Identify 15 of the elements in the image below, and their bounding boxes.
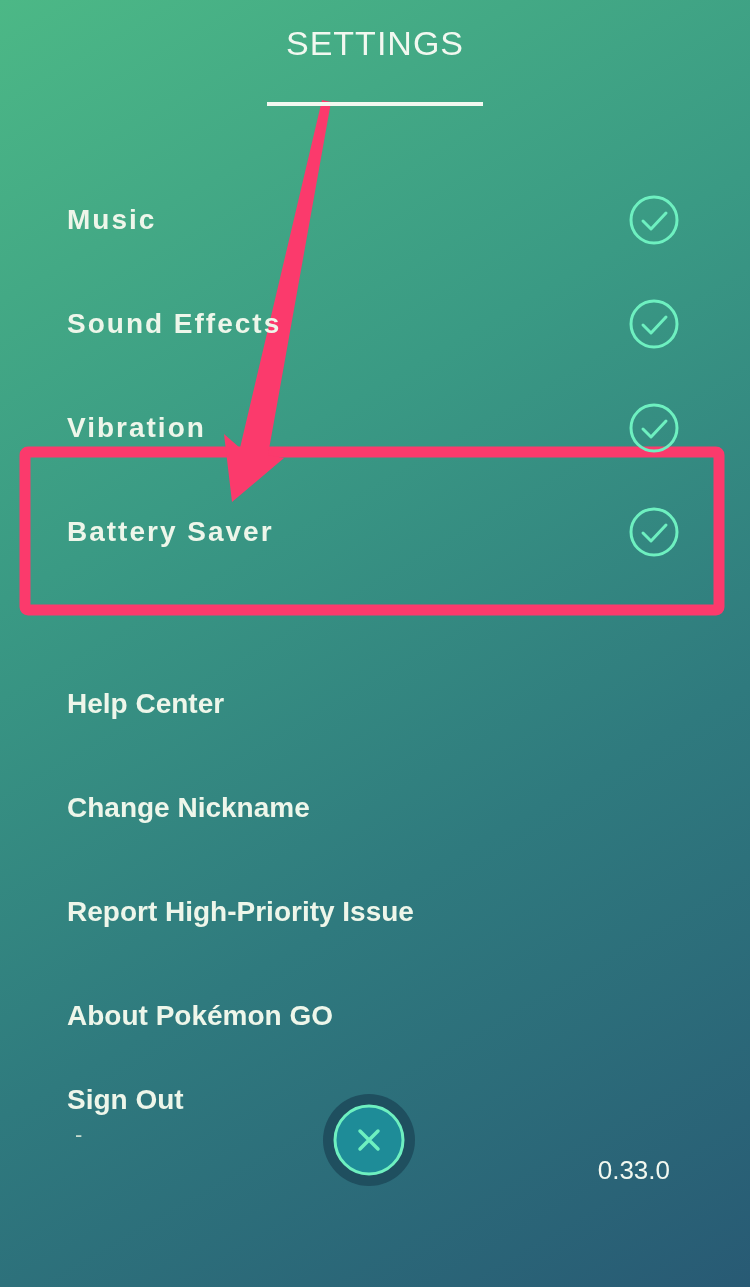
version-text: 0.33.0 — [597, 1155, 670, 1186]
dash-text: - — [75, 1122, 84, 1148]
setting-label: Battery Saver — [67, 516, 274, 548]
check-circle-icon[interactable] — [628, 506, 680, 558]
setting-label: Music — [67, 204, 157, 236]
menu-link[interactable]: Change Nickname — [67, 792, 310, 824]
menu-link[interactable]: About Pokémon GO — [67, 1000, 333, 1032]
check-circle-icon[interactable] — [628, 402, 680, 454]
screen-title: SETTINGS — [286, 24, 464, 63]
sign-out-link[interactable]: Sign Out — [67, 1084, 323, 1116]
setting-label: Vibration — [67, 412, 206, 444]
check-circle-icon[interactable] — [628, 298, 680, 350]
check-circle-icon[interactable] — [628, 194, 680, 246]
menu-link[interactable]: Help Center — [67, 688, 225, 720]
menu-link[interactable]: Report High-Priority Issue — [67, 896, 414, 928]
